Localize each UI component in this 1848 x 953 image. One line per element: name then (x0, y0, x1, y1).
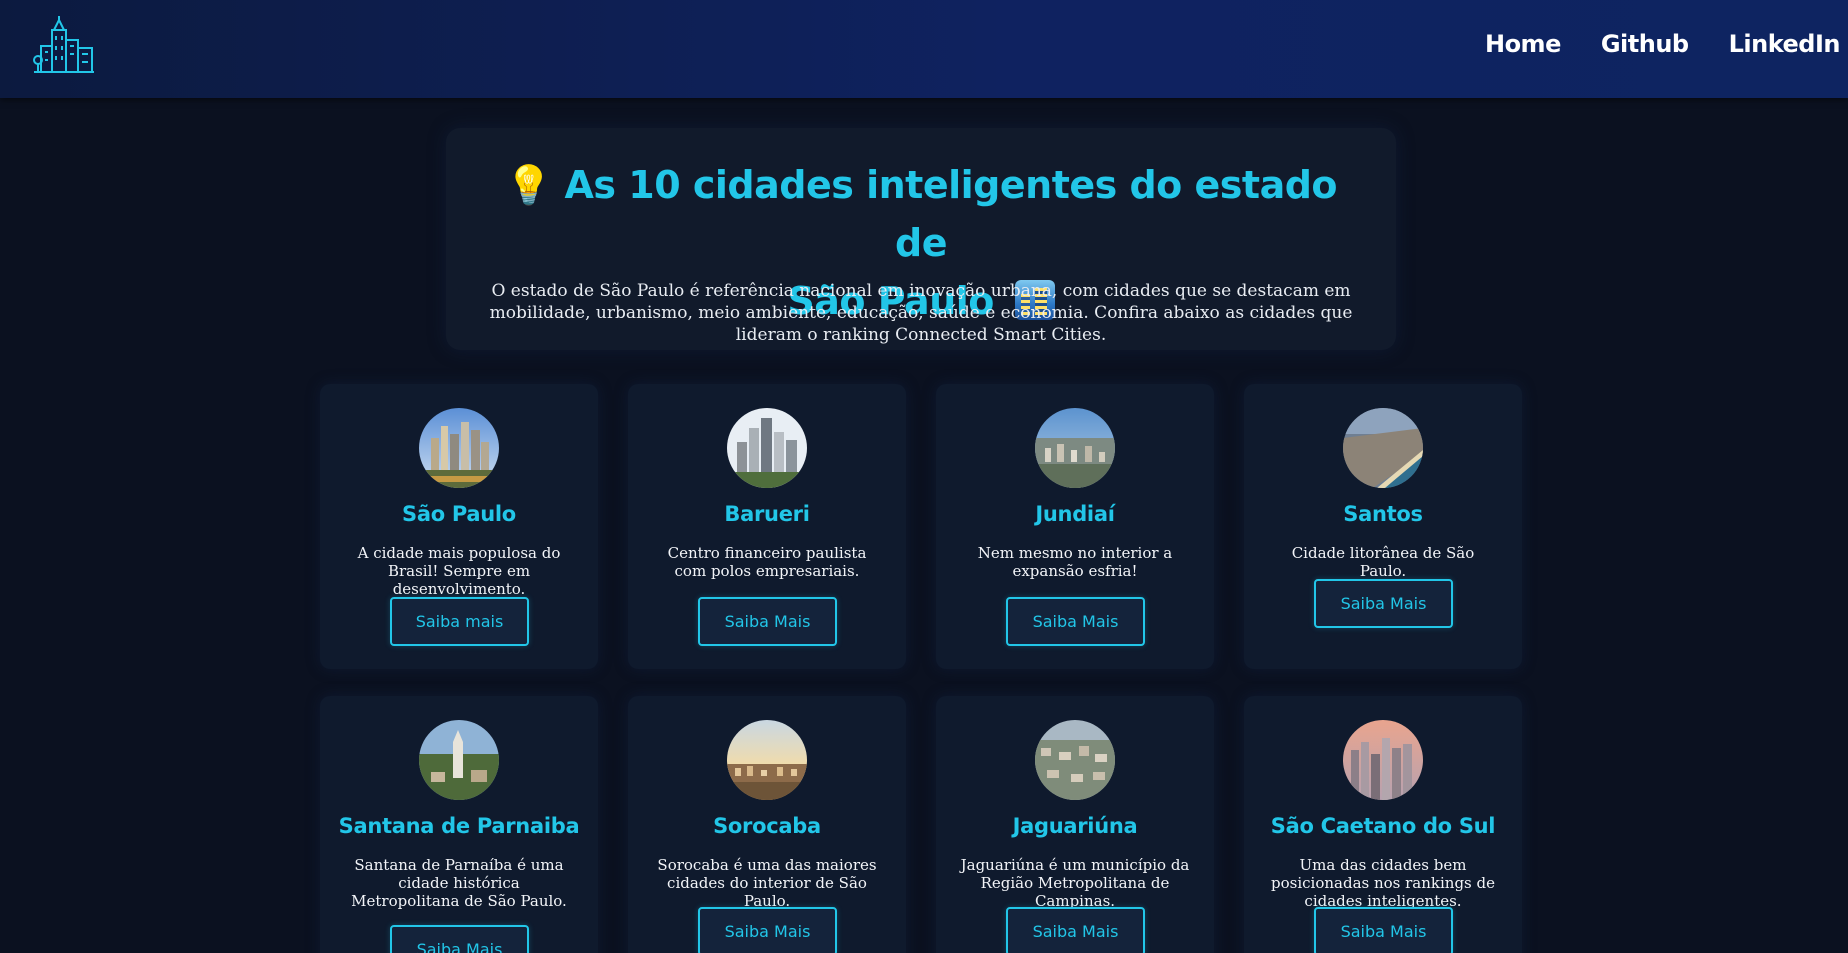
city-name: São Caetano do Sul (1270, 814, 1496, 838)
city-name: Santana de Parnaiba (338, 814, 580, 838)
city-card: Barueri Centro financeiro paulista com p… (628, 384, 906, 669)
hero-description: O estado de São Paulo é referência nacio… (489, 281, 1353, 345)
city-image-santana-de-parnaiba (419, 720, 499, 800)
city-image-sao-paulo (419, 408, 499, 488)
city-description: A cidade mais populosa do Brasil! Sempre… (357, 544, 561, 598)
saiba-mais-button-santana-de-parnaiba[interactable]: Saiba Mais (390, 925, 529, 953)
city-image-sorocaba (727, 720, 807, 800)
city-buildings-icon[interactable] (32, 16, 94, 74)
city-card: São Paulo A cidade mais populosa do Bras… (320, 384, 598, 669)
city-image-santos (1343, 408, 1423, 488)
city-card: Jundiaí Nem mesmo no interior a expansão… (936, 384, 1214, 669)
city-description: Uma das cidades bem posicionadas nos ran… (1271, 856, 1495, 910)
saiba-mais-button-jaguariuna[interactable]: Saiba Mais (1006, 907, 1145, 953)
saiba-mais-button-jundiai[interactable]: Saiba Mais (1006, 597, 1145, 646)
city-description: Jaguariúna é um município da Região Metr… (960, 856, 1190, 910)
lightbulb-icon: 💡 (504, 163, 552, 207)
city-card: Jaguariúna Jaguariúna é um município da … (936, 696, 1214, 953)
saiba-mais-button-santos[interactable]: Saiba Mais (1314, 579, 1453, 628)
city-description: Cidade litorânea de São Paulo. (1291, 544, 1475, 580)
city-name: Santos (1343, 502, 1423, 526)
city-card: Santos Cidade litorânea de São Paulo. Sa… (1244, 384, 1522, 669)
saiba-mais-button-sao-paulo[interactable]: Saiba mais (390, 597, 529, 646)
saiba-mais-button-sao-caetano-do-sul[interactable]: Saiba Mais (1314, 907, 1453, 953)
nav-link-github[interactable]: Github (1601, 30, 1689, 58)
city-description: Centro financeiro paulista com polos emp… (667, 544, 867, 580)
city-image-jaguariuna (1035, 720, 1115, 800)
saiba-mais-button-sorocaba[interactable]: Saiba Mais (698, 907, 837, 953)
hero-section: 💡 As 10 cidades inteligentes do estado d… (446, 128, 1396, 350)
city-card: Santana de Parnaiba Santana de Parnaíba … (320, 696, 598, 953)
city-image-sao-caetano-do-sul (1343, 720, 1423, 800)
city-card: Sorocaba Sorocaba é uma das maiores cida… (628, 696, 906, 953)
nav-link-linkedin[interactable]: LinkedIn (1729, 30, 1841, 58)
city-description: Sorocaba é uma das maiores cidades do in… (657, 856, 877, 910)
navbar: Home Github LinkedIn (0, 0, 1848, 98)
nav-link-home[interactable]: Home (1485, 30, 1561, 58)
city-name: São Paulo (402, 502, 516, 526)
city-description: Santana de Parnaíba é uma cidade históri… (351, 856, 567, 910)
city-name: Jaguariúna (1012, 814, 1138, 838)
nav-links: Home Github LinkedIn (1485, 30, 1848, 58)
city-name: Sorocaba (713, 814, 821, 838)
city-name: Jundiaí (1035, 502, 1115, 526)
hero-title-line1: As 10 cidades inteligentes do estado de (564, 163, 1338, 265)
city-card: São Caetano do Sul Uma das cidades bem p… (1244, 696, 1522, 953)
city-name: Barueri (724, 502, 810, 526)
city-description: Nem mesmo no interior a expansão esfria! (977, 544, 1173, 580)
saiba-mais-button-barueri[interactable]: Saiba Mais (698, 597, 837, 646)
city-image-barueri (727, 408, 807, 488)
city-image-jundiai (1035, 408, 1115, 488)
